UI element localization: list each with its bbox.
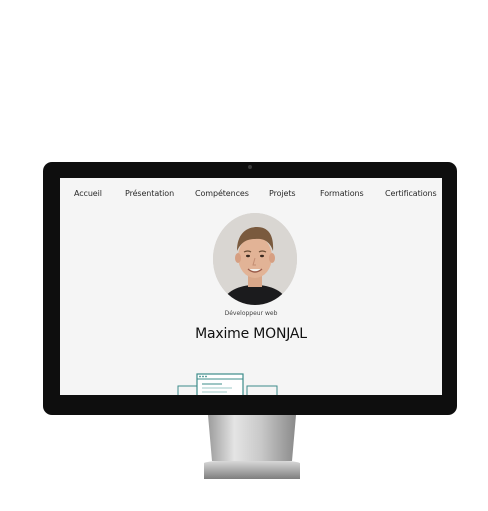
navigation-bar: Accueil Présentation Compétences Projets… — [60, 189, 442, 203]
job-title: Développeur web — [224, 310, 278, 317]
nav-link-projets[interactable]: Projets — [269, 189, 296, 198]
monitor-frame: Accueil Présentation Compétences Projets… — [43, 162, 457, 415]
website-screen: Accueil Présentation Compétences Projets… — [60, 178, 442, 395]
profile-portrait-image — [213, 213, 297, 305]
nav-link-presentation[interactable]: Présentation — [125, 189, 174, 198]
monitor-stand — [204, 415, 300, 479]
browser-windows-illustration — [177, 373, 278, 395]
profile-photo — [213, 213, 297, 305]
nav-link-competences[interactable]: Compétences — [195, 189, 249, 198]
profile-name: Maxime MONJAL — [195, 326, 307, 342]
webcam — [248, 165, 252, 169]
nav-link-formations[interactable]: Formations — [320, 189, 364, 198]
nav-link-certifications[interactable]: Certifications — [385, 189, 437, 198]
nav-link-accueil[interactable]: Accueil — [74, 189, 102, 198]
